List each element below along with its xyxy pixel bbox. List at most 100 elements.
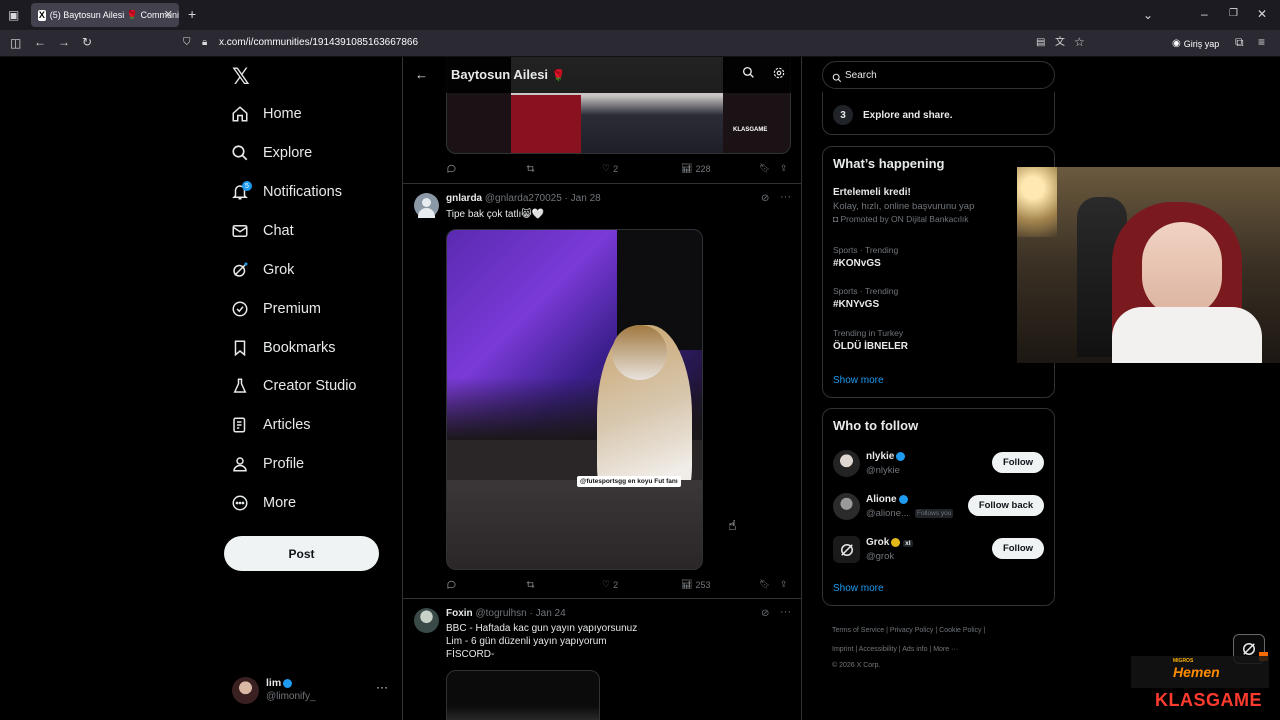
maximize-icon[interactable]: ❐	[1229, 8, 1238, 20]
views-button[interactable]: 📊︎ 253	[681, 579, 710, 590]
follow-button[interactable]: Follow	[992, 452, 1044, 473]
views-button[interactable]: 📊︎ 228	[681, 163, 710, 174]
sidebar-item-creator-studio[interactable]: Creator Studio	[230, 371, 357, 401]
close-tab-icon[interactable]: ✕	[164, 8, 173, 21]
translate-icon[interactable]: 文	[1055, 37, 1065, 49]
grok-icon	[230, 260, 250, 280]
back-icon[interactable]: ←	[34, 36, 46, 48]
settings-gear-icon[interactable]	[772, 66, 786, 85]
bookmark-action-icon[interactable]: 🔖︎	[759, 579, 770, 590]
more-dots-icon[interactable]: ···	[376, 680, 388, 694]
tweet-author-name[interactable]: Foxin	[446, 608, 473, 619]
search-input[interactable]: Search	[822, 61, 1055, 89]
person-icon	[230, 454, 250, 474]
tweet-media-video[interactable]: @futesportsgg en koyu Fut fanı	[446, 229, 703, 570]
lock-icon[interactable]: 🔒︎	[202, 37, 207, 49]
sidebar-item-more[interactable]: More	[230, 488, 296, 518]
footer-link[interactable]: Cookie Policy	[939, 627, 981, 634]
new-tab-icon[interactable]: +	[188, 7, 196, 21]
tweet[interactable]: gnlarda @gnlarda270025 · Jan 28 ⊘ ··· Ti…	[403, 184, 801, 598]
tweet-more-icon[interactable]: ···	[780, 606, 791, 618]
share-icon[interactable]: ⇪	[780, 579, 788, 590]
sidebar-item-premium[interactable]: Premium	[230, 294, 321, 324]
sidebar-item-explore[interactable]: Explore	[230, 138, 312, 168]
trend-item[interactable]: Sports · Trending #KONvGS	[833, 245, 898, 269]
login-button[interactable]: ◉ Giriş yap	[1172, 35, 1219, 52]
tweet-date[interactable]: · Jan 28	[565, 193, 601, 204]
grok-explain-icon[interactable]: ⊘	[761, 608, 769, 619]
footer-link[interactable]: Privacy Policy	[890, 627, 934, 634]
header-search-icon[interactable]	[742, 66, 755, 84]
browser-tab-bar: ▣ X (5) Baytosun Ailesi 🌹 Communi ✕ + ⌄ …	[0, 0, 1280, 30]
promoted-trend[interactable]: Ertelemeli kredi! Kolay, hızlı, online b…	[833, 187, 974, 224]
url-text[interactable]: x.com/i/communities/1914391085163667866	[219, 37, 418, 48]
klasgame-watermark: KLASGAME	[733, 127, 768, 133]
tweet-media-image[interactable]	[446, 670, 600, 720]
extensions-icon[interactable]: ⧉	[1235, 36, 1244, 48]
sidebar-item-bookmarks[interactable]: Bookmarks	[230, 333, 336, 363]
like-button[interactable]: ♡ 2	[602, 579, 618, 590]
tweet-author-handle[interactable]: @gnlarda270025	[485, 193, 562, 204]
forward-icon[interactable]: →	[58, 36, 70, 48]
follow-suggestion[interactable]: Alione @alione... Follows you Follow bac…	[823, 488, 1054, 528]
footer-link[interactable]: Accessibility	[859, 646, 897, 653]
media-caption: @futesportsgg en koyu Fut fanı	[577, 476, 681, 487]
account-switcher[interactable]: lim @limonify_ ···	[230, 675, 400, 707]
sidebar-toggle-icon[interactable]: ◫	[10, 37, 21, 49]
back-arrow-icon[interactable]: ←	[415, 67, 428, 82]
tweet-more-icon[interactable]: ···	[780, 191, 791, 203]
minimize-icon[interactable]: –	[1201, 8, 1208, 20]
bookmark-action-icon[interactable]: 🔖︎	[759, 163, 770, 174]
sidebar-item-profile[interactable]: Profile	[230, 449, 304, 479]
post-button[interactable]: Post	[224, 536, 379, 571]
show-more-link[interactable]: Show more	[833, 375, 884, 386]
rose-emoji: 🌹	[551, 70, 566, 82]
follow-back-button[interactable]: Follow back	[968, 495, 1044, 516]
streamer-shirt	[1112, 307, 1262, 363]
section-title: Who to follow	[833, 418, 919, 433]
star-icon[interactable]: ☆	[1074, 36, 1085, 48]
screenshot-icon[interactable]: ▤	[1036, 37, 1045, 49]
follow-button[interactable]: Follow	[992, 538, 1044, 559]
sidebar-item-grok[interactable]: Grok	[230, 255, 294, 285]
tweet[interactable]: Foxin @togrulhsn · Jan 24 ⊘ ··· BBC - Ha…	[403, 599, 801, 720]
trend-item[interactable]: Sports · Trending #KNYvGS	[833, 286, 898, 310]
x-logo-icon[interactable]: 𝕏	[232, 64, 250, 90]
footer-link[interactable]: Ads info	[902, 646, 927, 653]
shield-icon[interactable]: ⛉	[183, 37, 191, 49]
desk-surface	[447, 480, 702, 569]
step-label[interactable]: Explore and share.	[863, 110, 952, 121]
grok-explain-icon[interactable]: ⊘	[761, 193, 769, 204]
user-handle: @grok	[866, 551, 895, 562]
menu-icon[interactable]: ≡	[1258, 36, 1265, 48]
premium-icon	[230, 299, 250, 319]
sidebar-item-home[interactable]: Home	[230, 99, 302, 129]
share-icon[interactable]: ⇪	[780, 163, 788, 174]
show-more-link[interactable]: Show more	[833, 583, 884, 594]
like-button[interactable]: ♡ 2	[602, 163, 618, 174]
tweet-author-handle[interactable]: @togrulhsn	[475, 608, 526, 619]
tab-list-chevron-icon[interactable]: ⌄	[1143, 9, 1153, 21]
reply-icon[interactable]	[446, 579, 457, 590]
trend-item[interactable]: Trending in Turkey ÖLDÜ İBNELER	[833, 328, 908, 352]
footer-link[interactable]: More ···	[933, 646, 958, 653]
tweet-date[interactable]: · Jan 24	[530, 608, 566, 619]
copyright: © 2026 X Corp.	[832, 662, 881, 669]
reply-icon[interactable]	[446, 163, 457, 174]
tweet-text: Tipe bak çok tatlı😸🤍	[446, 209, 545, 220]
browser-tab[interactable]: X (5) Baytosun Ailesi 🌹 Communi ✕	[31, 3, 179, 27]
sidebar-item-chat[interactable]: Chat	[230, 216, 294, 246]
section-title: What’s happening	[833, 156, 945, 171]
footer-link[interactable]: Terms of Service	[832, 627, 884, 634]
footer-link[interactable]: Imprint	[832, 646, 853, 653]
user-name: Alione	[866, 494, 897, 505]
follow-suggestion[interactable]: Grok xI @grok Follow	[823, 531, 1054, 571]
repost-icon[interactable]	[525, 579, 536, 590]
sidebar-item-articles[interactable]: Articles	[230, 410, 311, 440]
window-close-icon[interactable]: ✕	[1257, 8, 1267, 20]
reload-icon[interactable]: ↻	[82, 36, 92, 48]
follow-suggestion[interactable]: nlykie @nlykie Follow	[823, 445, 1054, 485]
tweet-author-name[interactable]: gnlarda	[446, 193, 482, 204]
tab-overview-icon[interactable]: ▣	[8, 9, 19, 21]
repost-icon[interactable]	[525, 163, 536, 174]
